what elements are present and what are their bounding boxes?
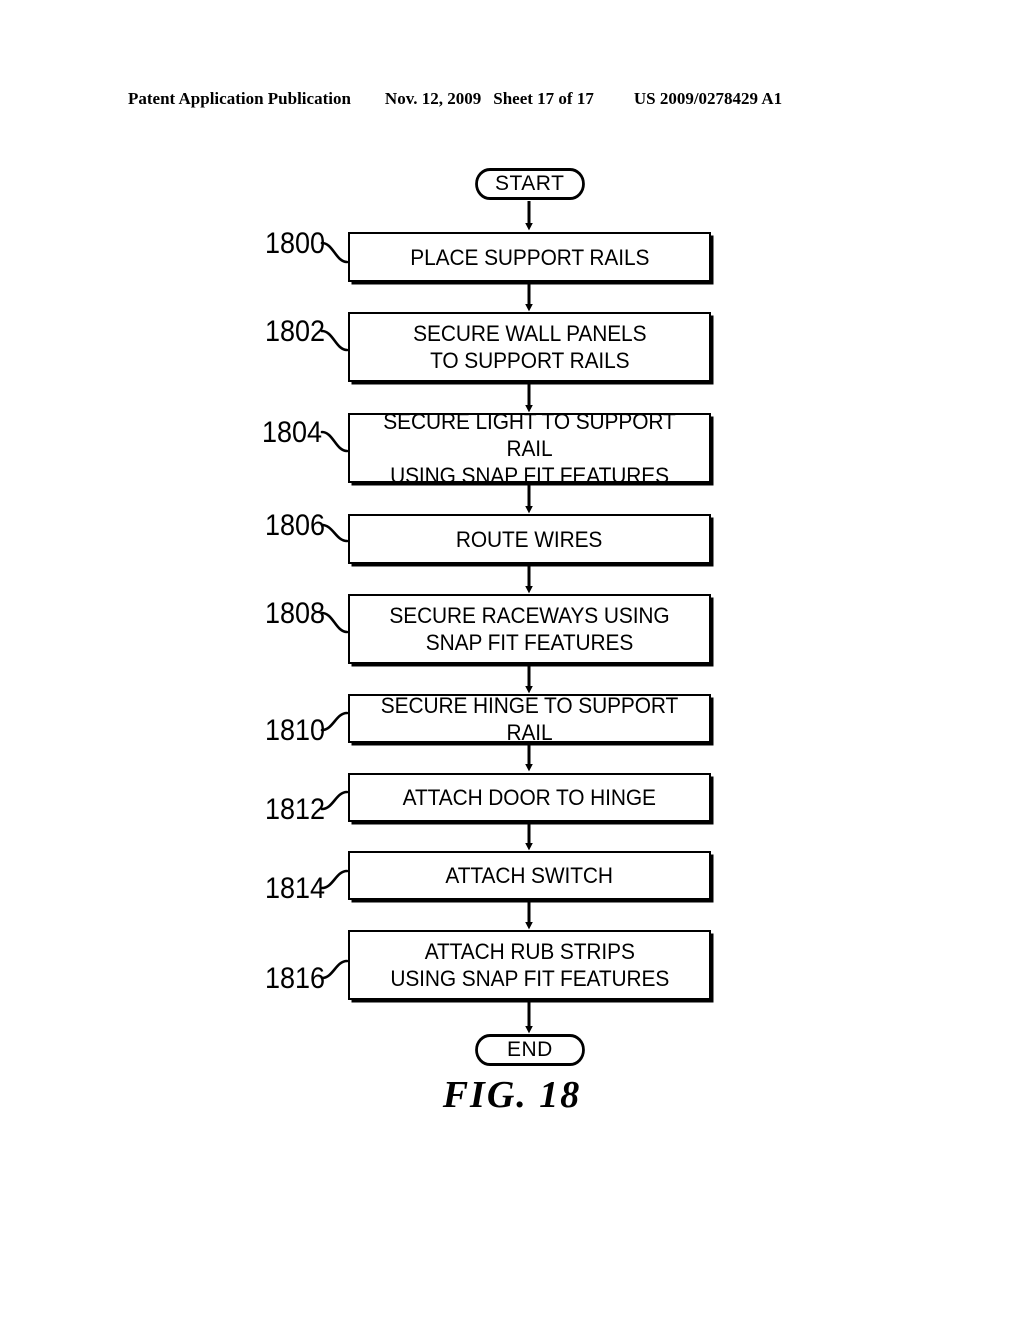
reference-numeral-1802: 1802 (265, 315, 326, 348)
process-box-1802: SECURE WALL PANELS TO SUPPORT RAILS (348, 312, 711, 382)
process-box-1816: ATTACH RUB STRIPS USING SNAP FIT FEATURE… (348, 930, 711, 1000)
flowchart-start-node: START (475, 168, 585, 200)
process-box-1802-label: SECURE WALL PANELS TO SUPPORT RAILS (412, 321, 647, 373)
flowchart-diagram: START 1800 1802 1804 1806 1808 1810 1812… (0, 0, 1024, 1320)
reference-numeral-1800: 1800 (265, 227, 326, 260)
start-node-label: START (495, 172, 565, 195)
process-box-1814-label: ATTACH SWITCH (445, 863, 614, 888)
reference-numeral-1808: 1808 (265, 597, 326, 630)
reference-numeral-1814: 1814 (265, 872, 326, 905)
reference-numeral-1812: 1812 (265, 793, 326, 826)
process-box-1816-label: ATTACH RUB STRIPS USING SNAP FIT FEATURE… (390, 939, 669, 991)
reference-numeral-1816: 1816 (265, 962, 326, 995)
process-box-1808-label: SECURE RACEWAYS USING SNAP FIT FEATURES (389, 603, 670, 655)
process-box-1804-label: SECURE LIGHT TO SUPPORT RAIL USING SNAP … (383, 408, 676, 488)
process-box-1810-label: SECURE HINGE TO SUPPORT RAIL (380, 692, 679, 745)
process-box-1806-label: ROUTE WIRES (456, 526, 603, 552)
process-box-1800: PLACE SUPPORT RAILS (348, 232, 711, 282)
process-box-1800-label: PLACE SUPPORT RAILS (409, 244, 650, 270)
process-box-1812-label: ATTACH DOOR TO HINGE (402, 785, 657, 810)
end-node-label: END (507, 1038, 553, 1061)
figure-caption: FIG. 18 (442, 1074, 582, 1116)
process-box-1810: SECURE HINGE TO SUPPORT RAIL (348, 692, 711, 745)
process-box-1806: ROUTE WIRES (348, 514, 711, 564)
process-box-1808: SECURE RACEWAYS USING SNAP FIT FEATURES (348, 594, 711, 664)
reference-leader-lines (320, 241, 349, 980)
process-box-1814: ATTACH SWITCH (348, 851, 711, 900)
reference-numeral-1804: 1804 (262, 416, 323, 449)
flowchart-end-node: END (475, 1034, 585, 1066)
reference-numeral-1806: 1806 (265, 509, 326, 542)
reference-numeral-1810: 1810 (265, 714, 326, 747)
process-box-1812: ATTACH DOOR TO HINGE (348, 773, 711, 822)
process-box-1804: SECURE LIGHT TO SUPPORT RAIL USING SNAP … (348, 409, 711, 488)
